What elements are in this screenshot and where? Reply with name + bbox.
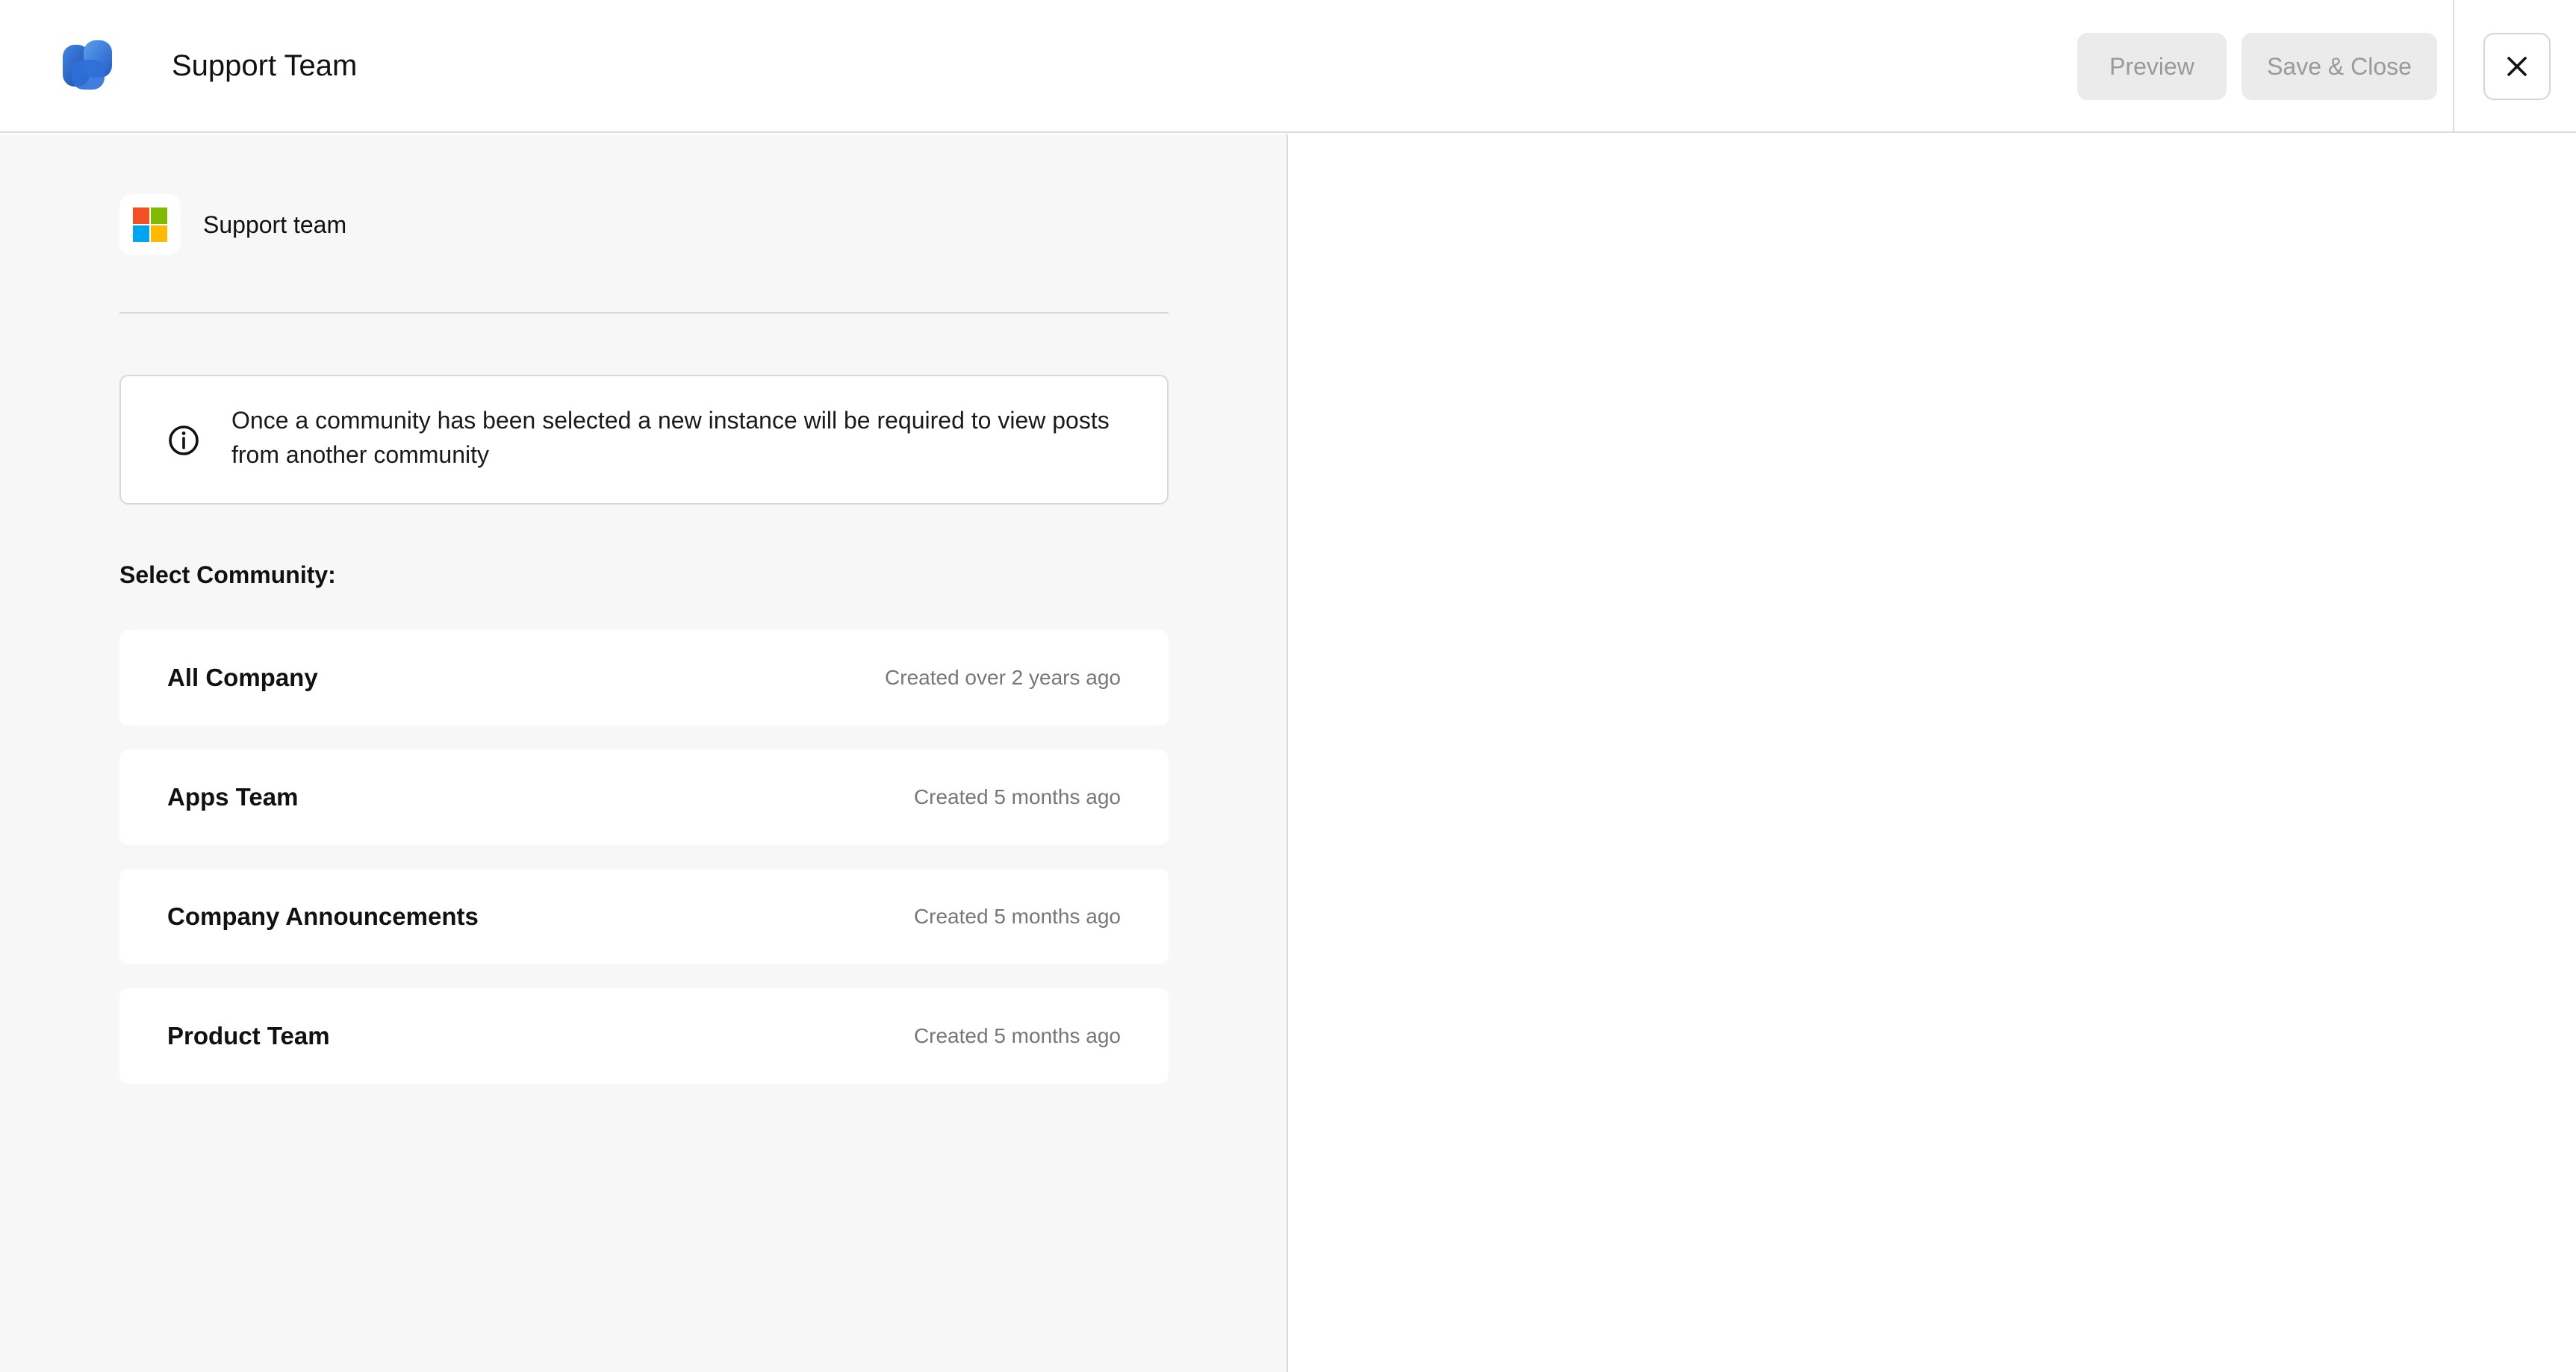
info-banner: Once a community has been selected a new… [119, 375, 1169, 505]
info-text: Once a community has been selected a new… [231, 407, 1110, 468]
close-icon [2507, 57, 2527, 76]
preview-area [1289, 134, 2576, 1372]
top-bar: Support Team Preview Save & Close [0, 0, 2576, 133]
community-name: All Company [167, 664, 318, 691]
team-logo [119, 194, 181, 255]
team-name: Support team [203, 211, 347, 238]
select-community-label: Select Community: [119, 561, 336, 588]
divider [119, 312, 1169, 314]
community-name: Product Team [167, 1022, 330, 1050]
save-close-button[interactable]: Save & Close [2241, 33, 2437, 100]
info-icon [169, 425, 199, 455]
community-created: Created over 2 years ago [885, 666, 1121, 689]
preview-button[interactable]: Preview [2077, 33, 2227, 100]
close-button[interactable] [2483, 33, 2551, 100]
team-header: Support team [119, 194, 346, 255]
page-title: Support Team [172, 49, 358, 82]
community-name: Company Announcements [167, 902, 479, 930]
settings-panel: Support team Once a community has been s… [0, 134, 1288, 1372]
community-created: Created 5 months ago [913, 785, 1121, 808]
community-item-company-announcements[interactable]: Company Announcements Created 5 months a… [119, 869, 1169, 964]
microsoft-logo-icon [133, 208, 167, 242]
community-name: Apps Team [167, 783, 299, 811]
community-item-all-company[interactable]: All Company Created over 2 years ago [119, 630, 1169, 726]
community-created: Created 5 months ago [913, 1024, 1121, 1047]
community-item-apps-team[interactable]: Apps Team Created 5 months ago [119, 749, 1169, 845]
community-item-product-team[interactable]: Product Team Created 5 months ago [119, 988, 1169, 1084]
community-created: Created 5 months ago [913, 905, 1121, 928]
app-logo-icon [63, 40, 112, 90]
community-list: All Company Created over 2 years ago App… [119, 630, 1169, 1108]
topbar-divider [2453, 0, 2454, 133]
